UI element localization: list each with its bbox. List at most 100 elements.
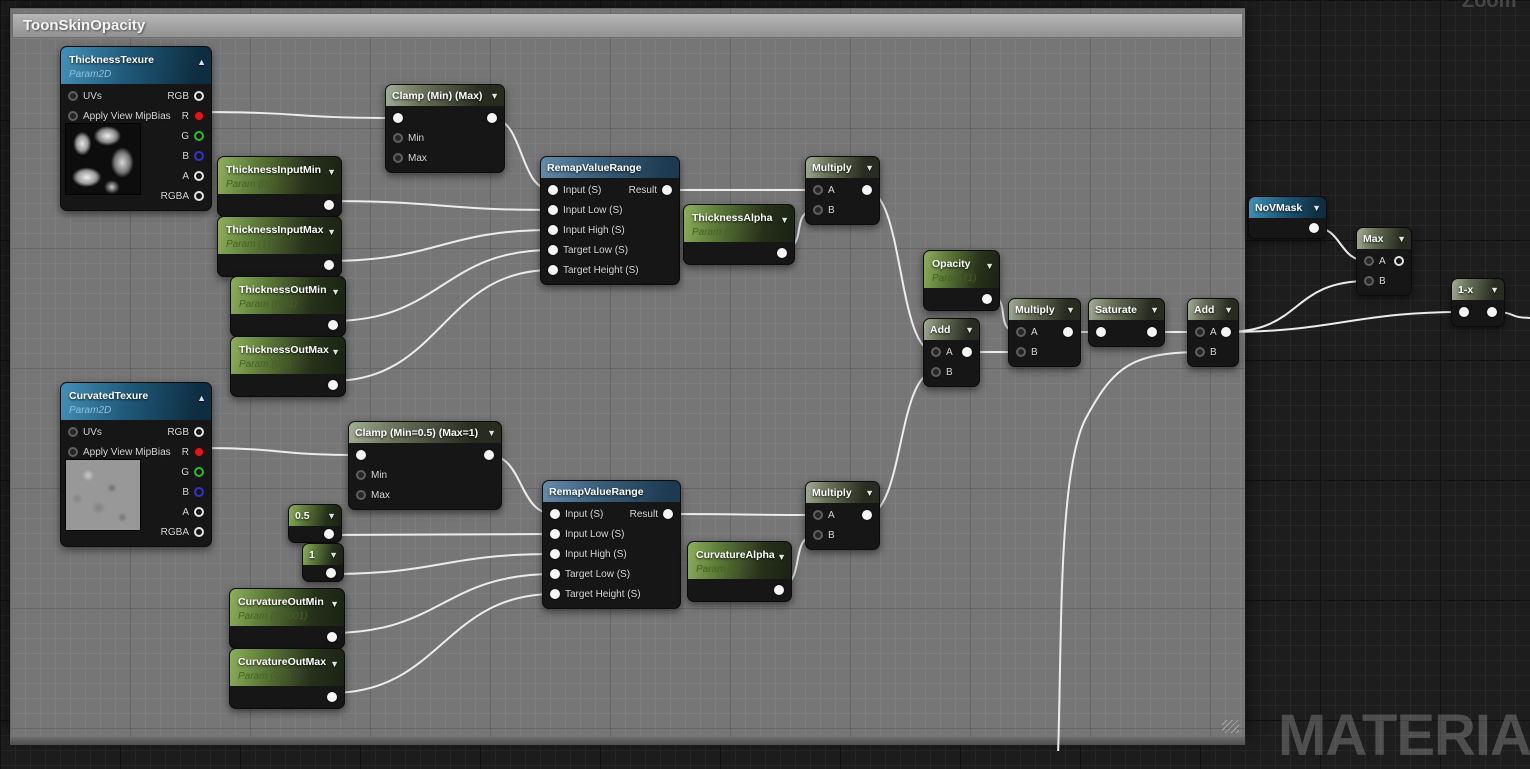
output-pin[interactable] [194,111,204,121]
output-pin[interactable] [194,151,204,161]
input-pin[interactable] [550,549,560,559]
input-pin[interactable] [813,510,823,520]
output-pin[interactable] [1394,256,1404,266]
output-pin[interactable] [324,529,334,539]
dropdown-arrow-icon[interactable]: ▼ [327,227,336,237]
output-pin[interactable] [194,427,204,437]
output-pin[interactable] [194,91,204,101]
output-pin[interactable] [1063,327,1073,337]
input-pin[interactable] [548,225,558,235]
dropdown-arrow-icon[interactable]: ▼ [490,91,499,101]
output-pin[interactable] [862,510,872,520]
input-pin[interactable] [931,347,941,357]
input-pin[interactable] [68,111,78,121]
node-thickness-texture[interactable]: ThicknessTexureParam2D▲UVsRGBApply View … [60,46,212,211]
input-pin[interactable] [813,185,823,195]
input-pin[interactable] [1195,347,1205,357]
dropdown-arrow-icon[interactable]: ▼ [1150,305,1159,315]
node-thickness-alpha[interactable]: ThicknessAlphaParam (1)▼ [683,204,795,265]
input-pin[interactable] [1096,327,1106,337]
output-pin[interactable] [662,185,672,195]
node-thickness-input-max[interactable]: ThicknessInputMaxParam (1)▼ [217,216,342,277]
node-add-final[interactable]: Add▼AB [1187,298,1239,367]
input-pin[interactable] [813,205,823,215]
output-pin[interactable] [1309,223,1319,233]
input-pin[interactable] [1459,307,1469,317]
output-pin[interactable] [327,692,337,702]
dropdown-arrow-icon[interactable]: ▼ [331,347,340,357]
dropdown-arrow-icon[interactable]: ▼ [330,659,339,669]
node-clamp-thickness[interactable]: Clamp (Min) (Max)▼MinMax [385,84,505,173]
node-multiply-thickness[interactable]: Multiply▼AB [805,156,880,225]
output-pin[interactable] [194,131,204,141]
input-pin[interactable] [1195,327,1205,337]
input-pin[interactable] [548,205,558,215]
dropdown-arrow-icon[interactable]: ▼ [985,261,994,271]
input-pin[interactable] [1364,256,1374,266]
output-pin[interactable] [1487,307,1497,317]
output-pin[interactable] [194,487,204,497]
output-pin[interactable] [962,347,972,357]
node-multiply-final[interactable]: Multiply▼AB [1008,298,1081,367]
dropdown-arrow-icon[interactable]: ▼ [327,511,336,521]
node-saturate[interactable]: Saturate▼ [1088,298,1165,347]
dropdown-arrow-icon[interactable]: ▼ [965,325,974,335]
input-pin[interactable] [1364,276,1374,286]
input-pin[interactable] [931,367,941,377]
output-pin[interactable] [1221,327,1231,337]
output-pin[interactable] [326,568,336,578]
output-pin[interactable] [194,191,204,201]
output-pin[interactable] [328,380,338,390]
input-pin[interactable] [548,265,558,275]
input-pin[interactable] [393,153,403,163]
output-pin[interactable] [324,200,334,210]
output-pin[interactable] [327,632,337,642]
dropdown-arrow-icon[interactable]: ▼ [865,488,874,498]
output-pin[interactable] [487,113,497,123]
output-pin[interactable] [862,185,872,195]
node-curvature-alpha[interactable]: CurvatureAlphaParam (1)▼ [687,541,792,602]
node-remap-curvature[interactable]: RemapValueRangeInput (S)ResultInput Low … [542,480,681,609]
input-pin[interactable] [1016,347,1026,357]
node-thickness-input-min[interactable]: ThicknessInputMinParam (0.2)▼ [217,156,342,217]
node-multiply-curvature[interactable]: Multiply▼AB [805,481,880,550]
node-max[interactable]: Max▼AB [1356,227,1412,296]
input-pin[interactable] [68,447,78,457]
output-pin[interactable] [328,320,338,330]
node-const-1[interactable]: 1▼ [302,543,344,582]
input-pin[interactable] [550,529,560,539]
node-thickness-out-min[interactable]: ThicknessOutMinParam (0.01)▼ [230,276,346,337]
input-pin[interactable] [356,470,366,480]
output-pin[interactable] [663,509,673,519]
dropdown-arrow-icon[interactable]: ▼ [1397,234,1406,244]
output-pin[interactable] [774,585,784,595]
dropdown-arrow-icon[interactable]: ▼ [1490,285,1499,295]
input-pin[interactable] [550,589,560,599]
node-one-minus-x[interactable]: 1-x▼ [1451,278,1505,327]
output-pin[interactable] [194,447,204,457]
node-add-opacity[interactable]: Add▼AB [923,318,980,387]
output-pin[interactable] [194,467,204,477]
node-const-05[interactable]: 0.5▼ [288,504,342,543]
input-pin[interactable] [550,509,560,519]
dropdown-arrow-icon[interactable]: ▼ [865,163,874,173]
output-pin[interactable] [982,294,992,304]
node-curvature-out-max[interactable]: CurvatureOutMaxParam (0.2)▼ [229,648,345,709]
input-pin[interactable] [393,113,403,123]
input-pin[interactable] [68,91,78,101]
dropdown-arrow-icon[interactable]: ▼ [780,215,789,225]
node-thickness-out-max[interactable]: ThicknessOutMaxParam (0.5)▼ [230,336,346,397]
input-pin[interactable] [356,450,366,460]
node-curvature-out-min[interactable]: CurvatureOutMinParam (0.0001)▼ [229,588,345,649]
input-pin[interactable] [68,427,78,437]
collapse-arrow-icon[interactable]: ▲ [197,57,206,67]
dropdown-arrow-icon[interactable]: ▼ [777,552,786,562]
output-pin[interactable] [194,527,204,537]
node-novmask[interactable]: NoVMask▼ [1248,196,1327,239]
node-clamp-curvature[interactable]: Clamp (Min=0.5) (Max=1)▼MinMax [348,421,502,510]
dropdown-arrow-icon[interactable]: ▼ [330,599,339,609]
input-pin[interactable] [1016,327,1026,337]
input-pin[interactable] [548,245,558,255]
node-remap-thickness[interactable]: RemapValueRangeInput (S)ResultInput Low … [540,156,680,285]
dropdown-arrow-icon[interactable]: ▼ [1312,203,1321,213]
